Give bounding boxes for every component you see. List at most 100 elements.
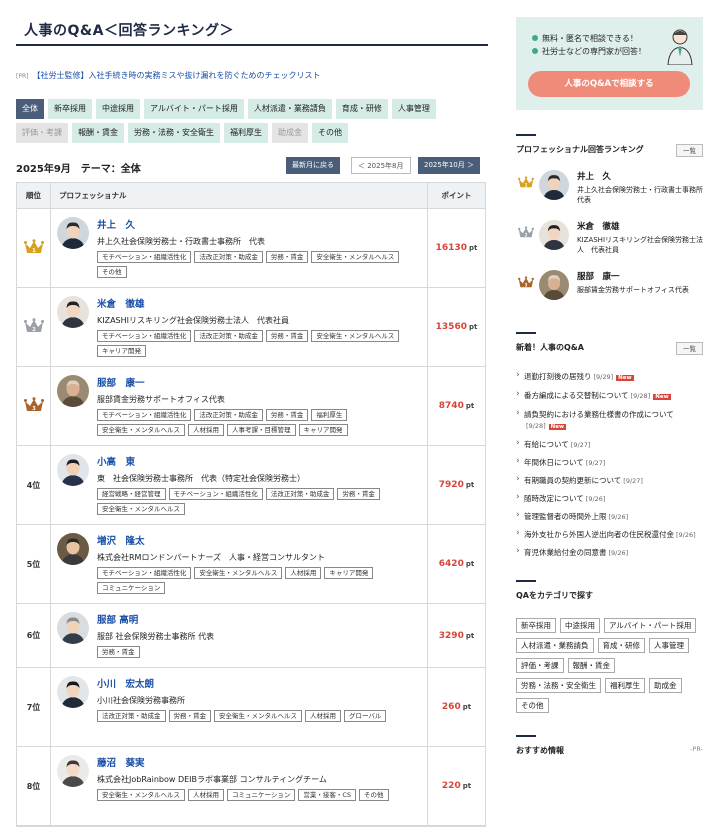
avatar[interactable] xyxy=(57,454,89,486)
side-ranking-info: 服部 康一 服部賃金労務サポートオフィス代表 xyxy=(577,270,703,295)
professional-name-link[interactable]: 米倉 徹雄 xyxy=(97,296,427,310)
new-badge: New xyxy=(548,424,567,430)
qa-category-link[interactable]: 福利厚生 xyxy=(605,678,645,693)
news-item-title[interactable]: 退勤打刻後の居残り xyxy=(524,372,592,381)
side-ranking-list: 1 井上 久井上久社会保険労務士・行政書士事務所 代表 2 米倉 徹雄 KIZASHIリ… xyxy=(516,170,710,310)
professional-info: 藤沼 葵実株式会社JobRainbow DEIBラボ事業部 コンサルティングチー… xyxy=(97,755,427,825)
qa-category-link[interactable]: その他 xyxy=(516,698,549,713)
professional-name-link[interactable]: 藤沼 葵実 xyxy=(97,755,427,769)
news-item[interactable]: 管理監督者の時間外上限[9/26] xyxy=(516,508,703,526)
professional-info: 小高 東東 社会保険労務士事務所 代表（特定社会保険労務士） 経営戦略・経営管理モ… xyxy=(97,454,427,524)
category-tab-training[interactable]: 育成・研修 xyxy=(335,99,388,119)
avatar[interactable] xyxy=(57,375,89,407)
professional-name-link[interactable]: 増沢 隆太 xyxy=(97,533,427,547)
ranking-row: 4位 小高 東東 社会保険労務士事務所 代表（特定社会保険労務士） 経営戦略・経営管… xyxy=(17,446,485,525)
news-item-title[interactable]: 番方編成による交替制について xyxy=(524,391,629,400)
qa-category-link[interactable]: 報酬・賃金 xyxy=(567,658,615,673)
side-ranking-name[interactable]: 服部 康一 xyxy=(577,270,703,282)
period-title: 2025年9月 テーマ：全体 xyxy=(16,164,141,175)
qa-category-link[interactable]: 評価・考課 xyxy=(516,658,564,673)
avatar[interactable] xyxy=(57,676,89,708)
news-more-button[interactable]: 一覧 xyxy=(676,342,703,355)
consult-button[interactable]: 人事のQ&Aで相談する xyxy=(528,71,690,97)
category-tab-compensation[interactable]: 報酬・賃金 xyxy=(72,123,124,143)
specialty-tag: 人材採用 xyxy=(305,710,341,722)
next-month-button[interactable]: 2025年10月 ＞ xyxy=(418,157,480,174)
qa-category-link[interactable]: 人材派遣・業務請負 xyxy=(516,638,594,653)
avatar[interactable] xyxy=(57,755,89,787)
category-tab-welfare[interactable]: 福利厚生 xyxy=(224,123,268,143)
qa-category-link[interactable]: アルバイト・パート採用 xyxy=(604,618,697,633)
news-item-title[interactable]: 有給について xyxy=(524,440,569,449)
news-item-title[interactable]: 年間休日について xyxy=(524,458,584,467)
recommend-section: おすすめ情報 -PR- xyxy=(516,735,703,759)
news-item[interactable]: 退勤打刻後の居残り[9/29]New xyxy=(516,368,703,387)
category-tab-new-grad[interactable]: 新卒採用 xyxy=(48,99,92,119)
side-ranking-info: 井上 久井上久社会保険労務士・行政書士事務所 代表 xyxy=(577,170,710,205)
category-tab-all[interactable]: 全体 xyxy=(16,99,44,119)
news-item[interactable]: 海外支社から外国人逆出向者の住民税還付金[9/26] xyxy=(516,526,703,544)
news-item-title[interactable]: 随時改定について xyxy=(524,494,584,503)
pr-link[interactable]: [PR] 【社労士監修】入社手続き時の実務ミスや抜け漏れを防ぐためのチェックリスト xyxy=(16,70,488,81)
professional-name-link[interactable]: 小高 東 xyxy=(97,454,427,468)
category-tab-dispatch[interactable]: 人材派遣・業務請負 xyxy=(247,99,332,119)
avatar[interactable] xyxy=(539,170,569,200)
news-item-title[interactable]: 育児休業給付金の同意書 xyxy=(524,548,607,557)
qa-category-link[interactable]: 助成金 xyxy=(649,678,682,693)
news-item[interactable]: 請負契約における業務仕様書の作成について [9/28]New xyxy=(516,406,703,436)
specialty-tag: 人事考課・目標管理 xyxy=(227,424,296,436)
qa-category-link[interactable]: 新卒採用 xyxy=(516,618,556,633)
news-item[interactable]: 有期職員の契約更新について[9/27] xyxy=(516,472,703,490)
news-item[interactable]: 年間休日について[9/27] xyxy=(516,454,703,472)
news-item[interactable]: 随時改定について[9/26] xyxy=(516,490,703,508)
professional-name-link[interactable]: 服部 高明 xyxy=(97,612,427,626)
category-tab-mid-career[interactable]: 中途採用 xyxy=(96,99,140,119)
news-item[interactable]: 有給について[9/27] xyxy=(516,436,703,454)
side-ranking-item[interactable]: 3 服部 康一 服部賃金労務サポートオフィス代表 xyxy=(516,270,703,310)
side-ranking-more-button[interactable]: 一覧 xyxy=(676,144,703,157)
news-item-title[interactable]: 有期職員の契約更新について xyxy=(524,476,621,485)
latest-month-button[interactable]: 最新月に戻る xyxy=(286,157,340,174)
avatar[interactable] xyxy=(57,533,89,565)
category-tab-other[interactable]: その他 xyxy=(312,123,348,143)
professional-name-link[interactable]: 井上 久 xyxy=(97,217,427,231)
side-ranking-name[interactable]: 米倉 徹雄 xyxy=(577,220,703,232)
professional-org: 服部 社会保険労務士事務所 代表 xyxy=(97,632,215,641)
category-tab-part-time[interactable]: アルバイト・パート採用 xyxy=(144,99,244,119)
professional-name-link[interactable]: 服部 康一 xyxy=(97,375,427,389)
points-cell: 6420 pt xyxy=(428,525,485,603)
avatar[interactable] xyxy=(539,220,569,250)
qa-category-link[interactable]: 人事管理 xyxy=(649,638,689,653)
news-item-title[interactable]: 管理監督者の時間外上限 xyxy=(524,512,607,521)
rank-cell: 5位 xyxy=(17,525,51,603)
pr-link-text[interactable]: 【社労士監修】入社手続き時の実務ミスや抜け漏れを防ぐためのチェックリスト xyxy=(32,71,320,80)
avatar[interactable] xyxy=(57,296,89,328)
rank-cell: 6位 xyxy=(17,604,51,667)
avatar[interactable] xyxy=(539,270,569,300)
svg-text:2: 2 xyxy=(32,327,36,333)
prev-month-button[interactable]: ＜ 2025年8月 xyxy=(351,157,411,174)
qa-category-link[interactable]: 中途採用 xyxy=(560,618,600,633)
side-ranking-item[interactable]: 2 米倉 徹雄 KIZASHIリスキリング社会保険労務士法人 代表社員 xyxy=(516,220,703,260)
qa-category-link[interactable]: 育成・研修 xyxy=(597,638,645,653)
category-tab-hr-management[interactable]: 人事管理 xyxy=(391,99,436,119)
avatar[interactable] xyxy=(57,612,89,644)
news-item[interactable]: 番方編成による交替制について[9/28]New xyxy=(516,387,703,406)
side-ranking-name[interactable]: 井上 久 xyxy=(577,170,703,182)
professional-name-link[interactable]: 小川 宏太朗 xyxy=(97,676,427,690)
qa-category-link[interactable]: 労務・法務・安全衛生 xyxy=(516,678,601,693)
news-item-title[interactable]: 海外支社から外国人逆出向者の住民税還付金 xyxy=(524,530,674,539)
specialty-tags: 労務・賃金 xyxy=(97,646,427,658)
professional-info: 井上 久井上久社会保険労務士・行政書士事務所 代表 モチベーション・組織活性化 法改… xyxy=(97,217,427,287)
avatar[interactable] xyxy=(57,217,89,249)
professional-org: 株式会社JobRainbow DEIBラボ事業部 コンサルティングチーム xyxy=(97,775,327,784)
category-tab-labor-legal[interactable]: 労務・法務・安全衛生 xyxy=(128,123,220,143)
professional-info: 増沢 隆太 株式会社RMロンドンパートナーズ 人事・経営コンサルタント モチベーショ… xyxy=(97,533,427,603)
side-ranking-item[interactable]: 1 井上 久井上久社会保険労務士・行政書士事務所 代表 xyxy=(516,170,710,210)
crown-2-icon: 2 xyxy=(23,318,44,336)
specialty-tag: 経営戦略・経営管理 xyxy=(97,488,166,500)
news-item-title[interactable]: 請負契約における業務仕様書の作成について xyxy=(524,410,674,419)
news-item[interactable]: 育児休業給付金の同意書[9/26] xyxy=(516,544,703,562)
category-tab-evaluation: 評価・考課 xyxy=(16,123,68,143)
crown-1-icon: 1 xyxy=(23,239,44,257)
